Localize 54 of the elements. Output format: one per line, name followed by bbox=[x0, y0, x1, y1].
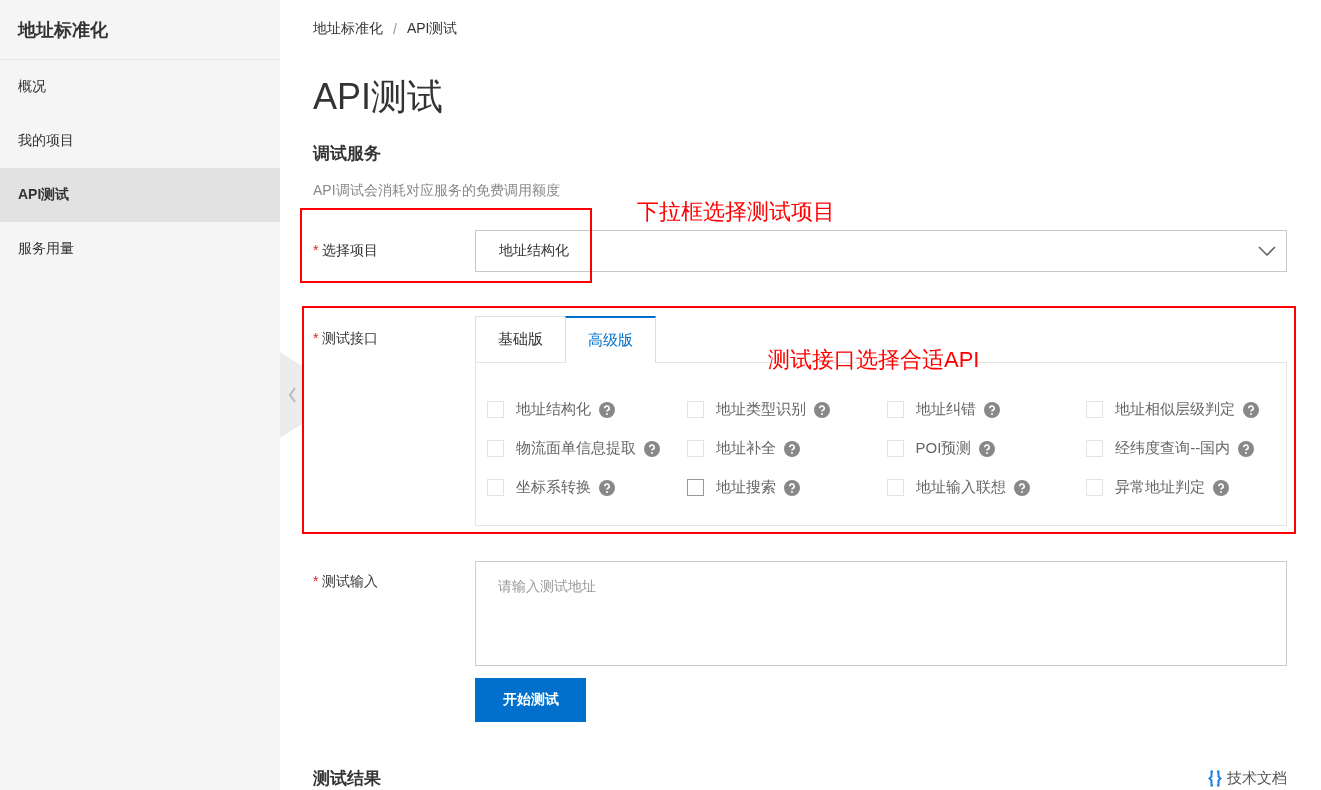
option-label: 地址结构化 bbox=[516, 400, 591, 419]
sidebar-item[interactable]: 概况 bbox=[0, 60, 280, 114]
test-input-field[interactable]: 请输入测试地址 bbox=[475, 561, 1287, 666]
help-icon bbox=[1213, 479, 1230, 496]
required-mark: * bbox=[313, 573, 319, 589]
sidebar-item[interactable]: 我的项目 bbox=[0, 114, 280, 168]
help-icon bbox=[979, 440, 996, 457]
required-mark: * bbox=[313, 242, 319, 258]
section-title: 调试服务 bbox=[313, 143, 382, 165]
collapse-handle[interactable] bbox=[280, 352, 302, 438]
checkbox[interactable] bbox=[686, 479, 704, 496]
section-description: API调试会消耗对应服务的免费调用额度 bbox=[313, 182, 561, 200]
sidebar-title: 地址标准化 bbox=[0, 0, 280, 60]
project-select[interactable]: 地址结构化 bbox=[475, 230, 1287, 272]
breadcrumb-item: API测试 bbox=[406, 19, 458, 38]
tab[interactable]: 高级版 bbox=[565, 316, 656, 363]
help-icon bbox=[783, 479, 800, 496]
option-label: 经纬度查询--国内 bbox=[1115, 439, 1231, 458]
annotation-text: 测试接口选择合适API bbox=[768, 346, 980, 374]
option-label: 地址输入联想 bbox=[915, 478, 1006, 497]
help-icon bbox=[813, 401, 830, 418]
help-icon bbox=[983, 401, 1000, 418]
breadcrumb-item[interactable]: 地址标准化 bbox=[313, 19, 383, 38]
chevron-down-icon bbox=[1258, 246, 1276, 256]
option-label: 物流面单信息提取 bbox=[516, 439, 636, 458]
help-icon bbox=[644, 440, 660, 457]
result-title: 测试结果 bbox=[313, 768, 381, 790]
tab[interactable]: 基础版 bbox=[475, 316, 566, 362]
help-icon bbox=[599, 401, 615, 418]
option-label: 地址相似层级判定 bbox=[1115, 400, 1236, 419]
required-mark: * bbox=[313, 330, 319, 346]
option-label[interactable]: 地址搜索 bbox=[715, 478, 776, 497]
option-label: 地址纠错 bbox=[915, 400, 976, 419]
annotation-text: 下拉框选择测试项目 bbox=[637, 198, 835, 226]
braces-icon bbox=[1208, 770, 1222, 787]
field-label: 测试输入 bbox=[322, 573, 379, 591]
page-title: API测试 bbox=[313, 75, 445, 119]
option-label: POI预测 bbox=[915, 439, 972, 458]
option-label: 地址补全 bbox=[715, 439, 776, 458]
field-label: 测试接口 bbox=[322, 330, 379, 348]
option-label: 地址类型识别 bbox=[715, 400, 806, 419]
help-icon bbox=[1243, 401, 1260, 418]
field-label: 选择项目 bbox=[322, 242, 379, 260]
help-icon bbox=[783, 440, 800, 457]
option-label: 异常地址判定 bbox=[1115, 478, 1206, 497]
start-test-button[interactable]: 开始测试 bbox=[475, 678, 586, 722]
help-icon bbox=[599, 479, 615, 496]
breadcrumb-separator: / bbox=[393, 20, 397, 37]
help-icon bbox=[1013, 479, 1030, 496]
sidebar-item[interactable]: API测试 bbox=[0, 168, 280, 222]
option-label: 坐标系转换 bbox=[516, 478, 591, 497]
help-icon bbox=[1238, 440, 1255, 457]
doc-link[interactable]: 技术文档 bbox=[1208, 769, 1287, 788]
sidebar-item[interactable]: 服务用量 bbox=[0, 222, 280, 276]
